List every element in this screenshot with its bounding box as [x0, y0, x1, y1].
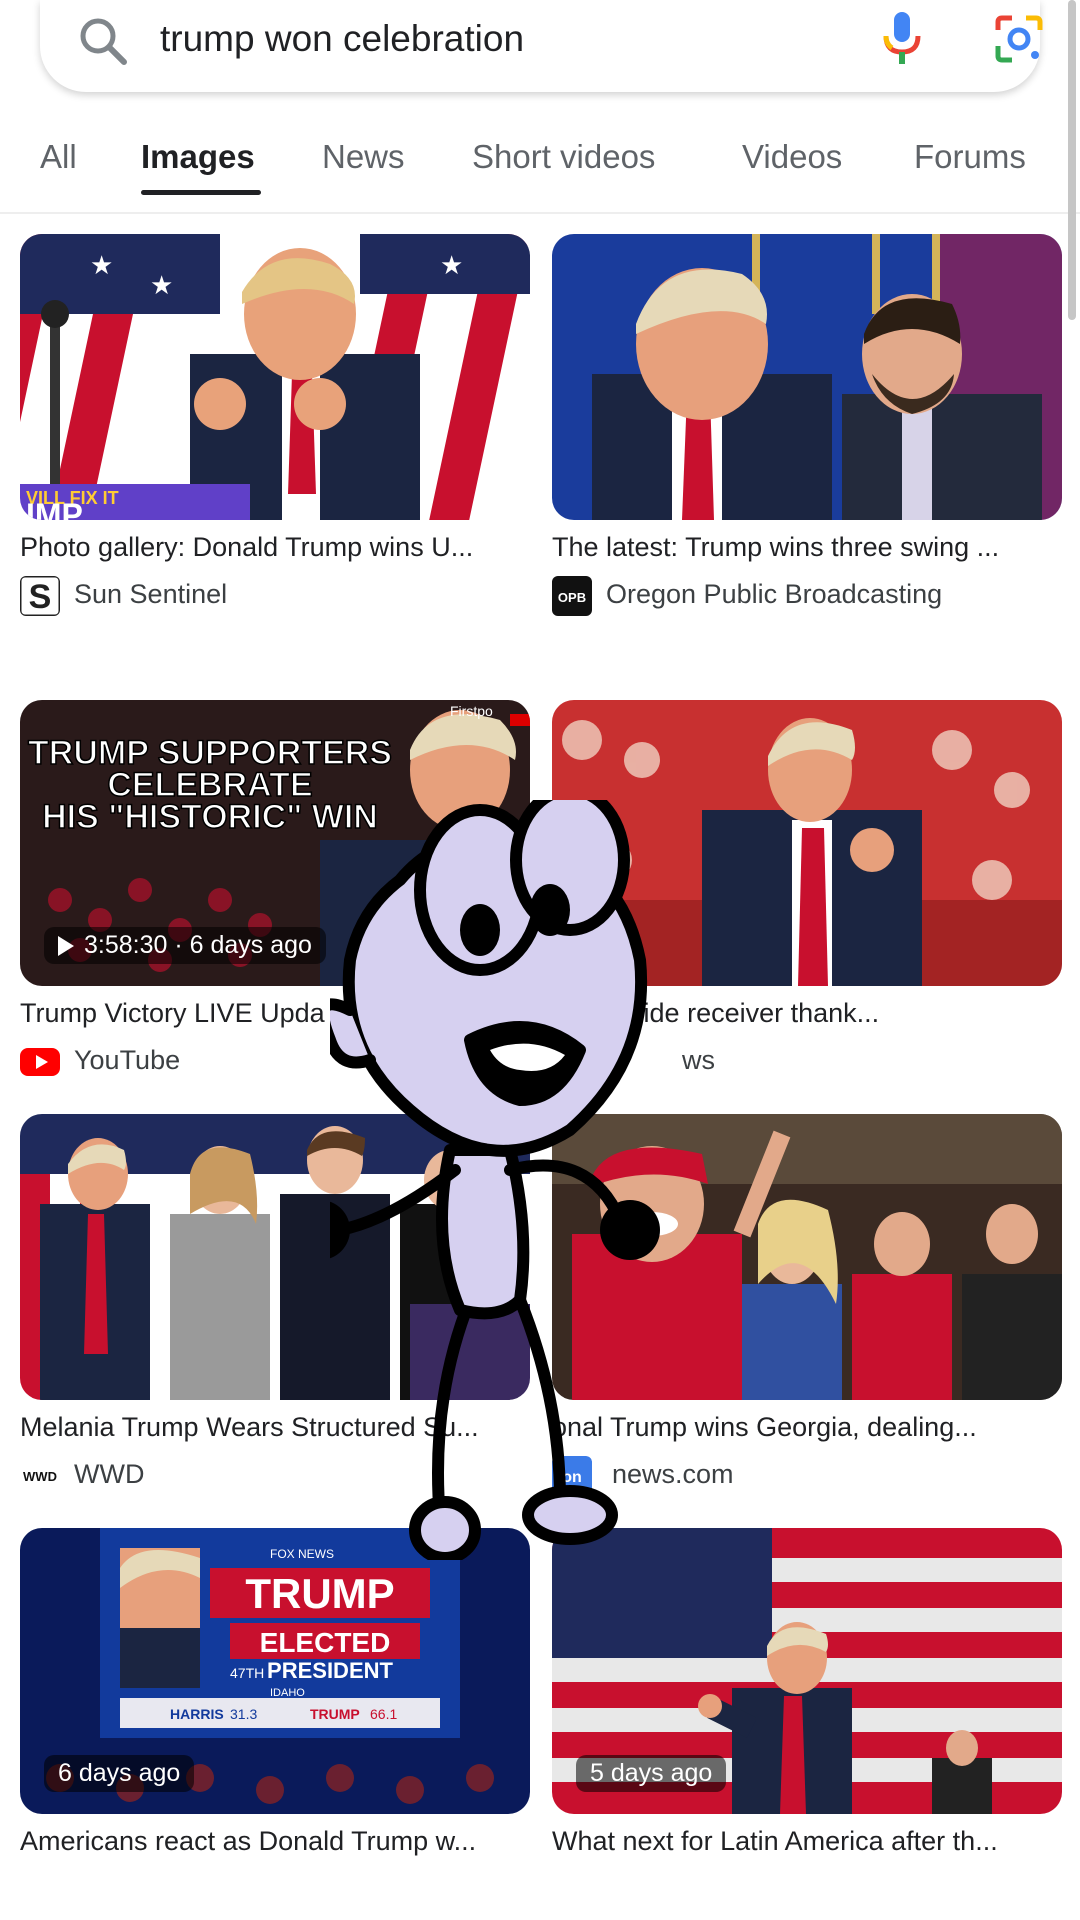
svg-text:66.1: 66.1: [370, 1706, 397, 1722]
wwd-icon: WWD: [20, 1456, 60, 1496]
tab-images[interactable]: Images: [141, 138, 255, 176]
result-thumbnail[interactable]: 5 days ago: [552, 1528, 1062, 1814]
tab-forums[interactable]: Forums: [914, 138, 1026, 176]
search-bar[interactable]: trump won celebration: [40, 0, 1043, 92]
lens-icon[interactable]: [992, 12, 1046, 66]
opb-icon: OPB: [552, 576, 592, 616]
svg-text:HIS "HISTORIC" WIN: HIS "HISTORIC" WIN: [42, 798, 378, 836]
cartoon-character: [330, 800, 660, 1560]
scrollbar[interactable]: [1068, 0, 1076, 320]
svg-text:★: ★: [440, 250, 463, 280]
svg-text:47TH: 47TH: [230, 1665, 264, 1681]
search-tabs: All Images News Short videos Videos Foru…: [0, 130, 1080, 200]
svg-text:IDAHO: IDAHO: [270, 1687, 305, 1699]
sun-sentinel-icon: S: [20, 576, 60, 616]
age-badge: 6 days ago: [44, 1755, 195, 1792]
result-title[interactable]: Photo gallery: Donald Trump wins U...: [20, 532, 530, 563]
result-title[interactable]: The latest: Trump wins three swing ...: [552, 532, 1062, 563]
svg-text:★: ★: [90, 250, 113, 280]
search-icon[interactable]: [74, 12, 134, 72]
tab-news[interactable]: News: [322, 138, 405, 176]
svg-text:IMP: IMP: [26, 497, 83, 520]
tab-all[interactable]: All: [40, 138, 77, 176]
result-thumbnail[interactable]: ★ ★ ★ VILL FIX IT IMP: [20, 234, 530, 520]
active-tab-indicator: [141, 190, 261, 195]
play-icon: [58, 936, 74, 957]
tab-videos[interactable]: Videos: [742, 138, 842, 176]
result-title[interactable]: What next for Latin America after th...: [552, 1826, 1062, 1857]
tab-short-videos[interactable]: Short videos: [472, 138, 655, 176]
svg-text:TRUMP: TRUMP: [310, 1706, 360, 1722]
svg-text:PRESIDENT: PRESIDENT: [267, 1658, 393, 1683]
svg-text:TRUMP: TRUMP: [245, 1570, 394, 1617]
svg-text:WWD: WWD: [23, 1469, 57, 1484]
svg-text:ELECTED: ELECTED: [260, 1627, 391, 1658]
tabs-divider: [0, 212, 1080, 214]
svg-text:OPB: OPB: [558, 590, 586, 605]
result-thumbnail[interactable]: [552, 234, 1062, 520]
result-title[interactable]: Americans react as Donald Trump w...: [20, 1826, 530, 1857]
svg-text:Firstpo: Firstpo: [450, 703, 493, 719]
search-input[interactable]: trump won celebration: [160, 18, 524, 60]
svg-text:HARRIS: HARRIS: [170, 1706, 224, 1722]
result-thumbnail[interactable]: TRUMP ELECTED PRESIDENT 47TH FOX NEWS HA…: [20, 1528, 530, 1814]
youtube-icon: [20, 1048, 60, 1076]
video-duration-badge: 3:58:30 · 6 days ago: [44, 927, 326, 964]
svg-text:31.3: 31.3: [230, 1706, 257, 1722]
mic-icon[interactable]: [878, 8, 926, 68]
svg-text:FOX NEWS: FOX NEWS: [270, 1547, 334, 1561]
svg-text:★: ★: [150, 270, 173, 300]
svg-text:S: S: [29, 578, 52, 616]
age-badge: 5 days ago: [576, 1755, 727, 1792]
